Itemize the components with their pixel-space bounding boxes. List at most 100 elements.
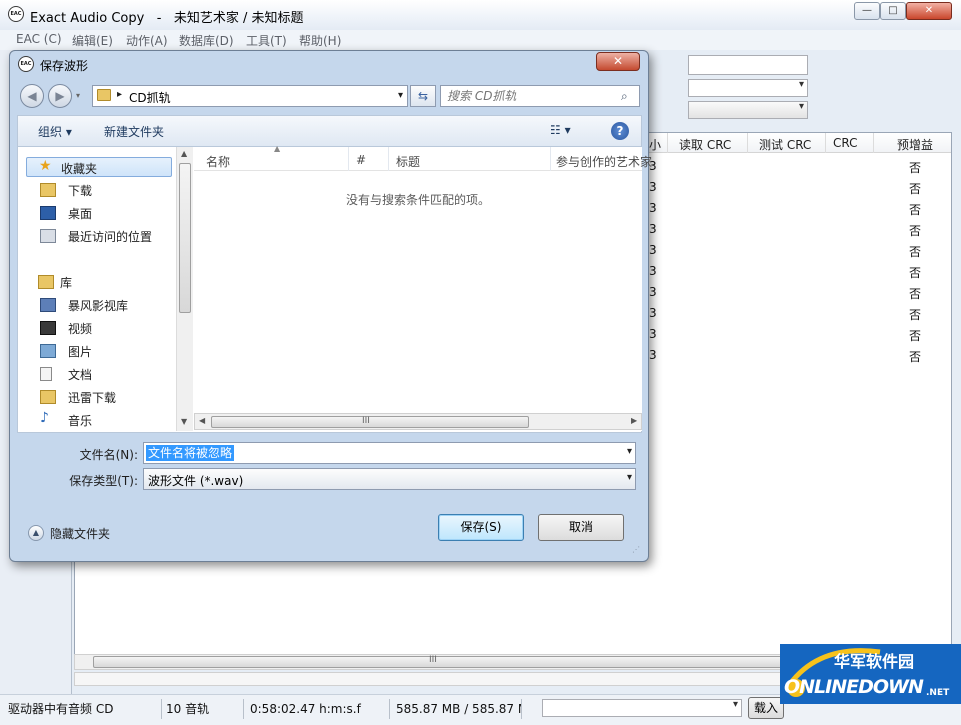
chevron-down-icon[interactable]: ▾ [627,446,632,457]
cd-year-select[interactable] [688,101,808,119]
search-input[interactable] [447,88,617,104]
title-column-header[interactable]: 标题 [396,153,420,170]
library-icon [38,275,54,289]
nav-baofeng-library[interactable]: 暴风影视库 [26,295,172,315]
filetype-select[interactable]: 波形文件 (*.wav) ▾ [143,468,636,490]
address-folder-name[interactable]: CD抓轨 [129,89,171,106]
nav-desktop[interactable]: 桌面 [26,203,172,223]
file-list-header: ▲ 名称 # 标题 参与创作的艺术家 [194,144,652,171]
track-partial-cell: 3 [649,180,657,194]
save-button[interactable]: 保存(S) [438,514,524,541]
nav-downloads[interactable]: 下载 [26,180,172,200]
help-icon[interactable]: ? [611,122,629,140]
disc-size: 585.87 MB / 585.87 M [392,699,522,719]
artist-column-header[interactable]: 参与创作的艺术家 [556,153,652,170]
window-title: Exact Audio Copy - 未知艺术家 / 未知标题 [30,7,303,26]
resize-grip-icon[interactable]: ⋰ [632,545,640,554]
file-list-hscrollbar[interactable]: ◀ III ▶ [194,413,642,430]
dialog-title: 保存波形 [40,59,89,73]
name-column-header[interactable]: 名称 [206,153,230,170]
pregain-column-header[interactable]: 预增益 [897,136,933,153]
nav-pictures[interactable]: 图片 [26,341,172,361]
menu-action[interactable]: 动作(A) [126,32,168,49]
search-box[interactable]: ⌕ [440,85,640,107]
scroll-right-icon[interactable]: ▶ [631,416,637,425]
track-partial-cell: 3 [649,306,657,320]
address-bar[interactable]: ▸ CD抓轨 ▾ [92,85,408,107]
dialog-close-button[interactable]: ✕ [596,52,640,71]
test-crc-column-header[interactable]: 测试 CRC [759,136,811,153]
media-library-icon [40,298,56,312]
address-row: ◀ ▶ ▾ ▸ CD抓轨 ▾ ⇆ ⌕ [10,81,648,113]
back-arrow-icon[interactable]: ◀ [20,84,44,108]
refresh-icon[interactable]: ⇆ [410,85,436,107]
number-column-header[interactable]: # [356,153,366,167]
music-note-icon: ♪ [40,410,49,426]
cd-field-input[interactable] [688,55,808,75]
folder-icon [97,89,111,101]
menu-help[interactable]: 帮助(H) [299,32,341,49]
navigation-pane: ★ 收藏夹 下载 桌面 最近访问的位置 库 暴风影视库 视频 图片 文档 迅雷下… [18,147,176,431]
total-duration: 0:58:02.47 h:m:s.f [246,699,390,719]
scrollbar-thumb[interactable]: III [211,416,529,428]
picture-icon [40,344,56,358]
scrollbar-thumb[interactable] [179,163,191,313]
search-icon[interactable]: ⌕ [621,89,628,104]
minimize-button[interactable]: — [854,2,880,20]
watermark-en-name: ONLINEDOWN [784,676,924,698]
desktop-icon [40,206,56,220]
disc-status: 驱动器中有音频 CD [4,699,162,719]
scrollbar-thumb[interactable]: III [93,655,783,668]
main-titlebar: EAC Exact Audio Copy - 未知艺术家 / 未知标题 — □ … [0,0,961,30]
scroll-grip-icon: III [429,655,437,665]
maximize-button[interactable]: □ [880,2,906,20]
new-folder-button[interactable]: 新建文件夹 [104,123,164,140]
load-button[interactable]: 载入 [748,697,784,719]
title-separator: - [156,11,162,26]
read-crc-column-header[interactable]: 读取 CRC [679,136,731,153]
nav-videos[interactable]: 视频 [26,318,172,338]
nav-favorites[interactable]: ★ 收藏夹 [26,157,172,177]
column-divider [550,147,551,171]
close-button[interactable]: ✕ [906,2,952,20]
cd-genre-select[interactable] [688,79,808,97]
filename-selected-text: 文件名将被忽略 [146,445,235,461]
nav-music[interactable]: ♪ 音乐 [26,410,172,430]
nav-recent[interactable]: 最近访问的位置 [26,226,172,246]
empty-folder-message: 没有与搜索条件匹配的项。 [345,193,490,207]
file-list-pane[interactable]: ▲ 名称 # 标题 参与创作的艺术家 没有与搜索条件匹配的项。 [194,144,652,431]
document-icon [40,367,52,381]
scroll-up-icon[interactable]: ▲ [181,149,187,158]
forward-arrow-icon[interactable]: ▶ [48,84,72,108]
nav-documents[interactable]: 文档 [26,364,172,384]
nav-xunlei-downloads[interactable]: 迅雷下载 [26,387,172,407]
history-dropdown-icon[interactable]: ▾ [76,91,80,100]
nav-library[interactable]: 库 [26,272,172,292]
scroll-grip-icon: III [362,416,370,426]
menu-edit[interactable]: 编辑(E) [72,32,113,49]
scroll-down-icon[interactable]: ▼ [181,417,187,426]
address-dropdown-icon[interactable]: ▾ [398,90,403,101]
menu-tools[interactable]: 工具(T) [246,32,287,49]
view-options-icon[interactable]: ☷ ▾ [550,123,571,137]
track-partial-cell: 3 [649,327,657,341]
menu-database[interactable]: 数据库(D) [179,32,234,49]
nav-desktop-label: 桌面 [68,207,93,221]
dialog-titlebar: EAC 保存波形 ✕ [10,51,648,79]
track-pregain-cell: 否 [909,182,922,196]
navigation-vscrollbar[interactable]: ▲ ▼ [176,147,193,431]
menu-eac[interactable]: EAC (C) [16,32,62,46]
track-partial-cell: 3 [649,222,657,236]
star-icon: ★ [39,158,52,174]
organize-button[interactable]: 组织 ▾ [38,123,72,140]
chevron-down-icon[interactable]: ▾ [627,472,632,483]
track-partial-cell: 3 [649,348,657,362]
cancel-button[interactable]: 取消 [538,514,624,541]
track-pregain-cell: 否 [909,224,922,238]
filename-combobox[interactable]: 文件名将被忽略 ▾ [143,442,636,464]
crc-column-header[interactable]: CRC [833,136,858,150]
scroll-left-icon[interactable]: ◀ [199,416,205,425]
drive-select[interactable] [542,699,742,717]
track-pregain-cell: 否 [909,287,922,301]
menubar: EAC (C) 编辑(E) 动作(A) 数据库(D) 工具(T) 帮助(H) [0,30,961,50]
